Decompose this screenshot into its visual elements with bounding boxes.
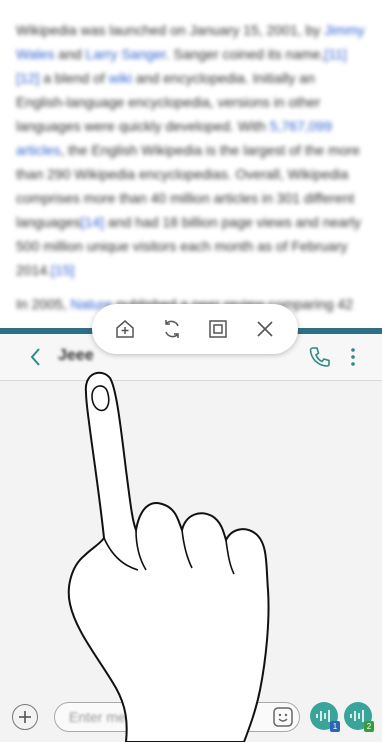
add-icon xyxy=(19,711,31,723)
article-text-run: Wikipedia was launched on January 15, 20… xyxy=(16,22,325,38)
window-control-bar xyxy=(92,304,298,354)
article-text-run: and xyxy=(54,46,86,62)
article-text-run: In 2005, xyxy=(16,296,71,312)
article-link[interactable]: Larry Sanger xyxy=(86,46,166,62)
article-link[interactable]: wiki xyxy=(109,70,132,86)
close-icon xyxy=(257,321,273,337)
window-mode-button[interactable] xyxy=(204,315,232,343)
article-link[interactable]: [14] xyxy=(81,214,104,230)
add-to-home-button[interactable] xyxy=(111,315,139,343)
sim-badge: 1 xyxy=(330,721,340,732)
top-window[interactable]: Wikipedia was launched on January 15, 20… xyxy=(0,0,382,330)
message-input[interactable]: Enter message xyxy=(54,702,300,732)
add-to-home-icon xyxy=(116,320,134,338)
swap-windows-icon xyxy=(165,320,179,338)
close-window-button[interactable] xyxy=(251,315,279,343)
swap-windows-button[interactable] xyxy=(158,315,186,343)
back-icon[interactable] xyxy=(26,344,46,370)
article-text: Wikipedia was launched on January 15, 20… xyxy=(16,18,366,326)
sim-badge: 2 xyxy=(364,721,374,732)
contact-name[interactable]: Jeee xyxy=(58,347,94,365)
call-icon[interactable] xyxy=(306,344,332,370)
sticker-icon[interactable] xyxy=(272,706,294,728)
voice-send-button-sim1[interactable]: 1 xyxy=(310,702,340,732)
message-input-bar: Enter message 1 2 xyxy=(0,696,382,742)
voice-send-button-sim2[interactable]: 2 xyxy=(344,702,374,732)
article-text-run: . Sanger coined its name, xyxy=(165,46,325,62)
more-options-icon[interactable] xyxy=(346,346,360,368)
article-paragraph: Wikipedia was launched on January 15, 20… xyxy=(16,18,366,282)
message-placeholder: Enter message xyxy=(69,709,164,725)
bottom-window[interactable]: Jeee Enter message 1 2 xyxy=(0,334,382,742)
article-text-run: a blend of xyxy=(39,70,109,86)
add-attachment-button[interactable] xyxy=(12,704,38,730)
window-mode-icon xyxy=(209,320,227,338)
article-link[interactable]: [15] xyxy=(51,262,74,278)
